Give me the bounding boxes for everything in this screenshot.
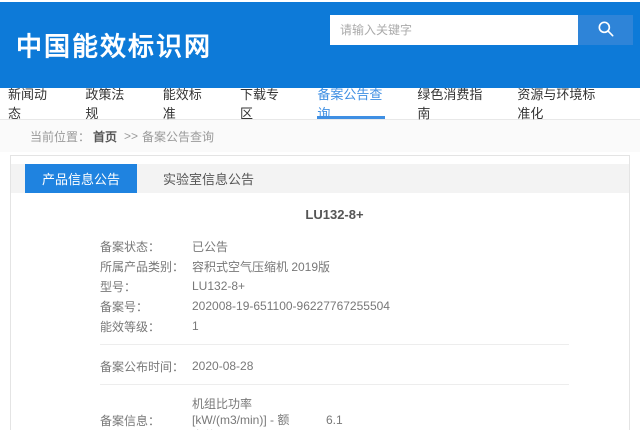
breadcrumb-current: 备案公告查询: [142, 128, 214, 145]
field-product-category: 所属产品类别： 容积式空气压缩机 2019版: [100, 256, 569, 276]
nav-item-record-announcement[interactable]: 备案公告查询: [317, 88, 385, 119]
breadcrumb-separator: >>: [124, 129, 138, 143]
site-logo: 中国能效标识网: [16, 27, 212, 64]
field-record-status: 备案状态： 已公告: [100, 236, 569, 256]
main-nav: 新闻动态 政策法规 能效标准 下载专区 备案公告查询 绿色消费指南 资源与环境标…: [0, 88, 640, 120]
field-publish-date: 备案公布时间： 2020-08-28: [100, 356, 569, 376]
nav-item-standards[interactable]: 能效标准: [163, 88, 208, 119]
field-model: 型号： LU132-8+: [100, 276, 569, 296]
field-value: 1: [192, 319, 199, 333]
product-detail-content: LU132-8+ 备案状态： 已公告 所属产品类别： 容积式空气压缩机 2019…: [11, 193, 629, 430]
field-value: 2020-08-28: [192, 359, 253, 373]
product-model-title: LU132-8+: [100, 207, 569, 222]
breadcrumb-home-link[interactable]: 首页: [93, 128, 117, 145]
record-info-parameter: 机组比功率 [kW/(m3/min)] - 额 定值: [192, 396, 310, 430]
field-label: 备案号：: [100, 298, 192, 315]
field-label: 备案信息：: [100, 412, 192, 429]
field-value: LU132-8+: [192, 279, 245, 293]
field-efficiency-grade: 能效等级： 1: [100, 316, 569, 336]
announcement-tabs: 产品信息公告 实验室信息公告: [11, 164, 629, 193]
record-detail-panel: 产品信息公告 实验室信息公告 LU132-8+ 备案状态： 已公告 所属产品类别…: [10, 155, 630, 430]
tab-lab-info[interactable]: 实验室信息公告: [146, 164, 271, 193]
nav-item-policy[interactable]: 政策法规: [85, 88, 130, 119]
nav-item-news[interactable]: 新闻动态: [8, 88, 53, 119]
field-record-info: 备案信息： 机组比功率 [kW/(m3/min)] - 额 定值 6.1: [100, 396, 569, 430]
divider: [100, 384, 569, 385]
nav-item-resources-environment[interactable]: 资源与环境标准化: [517, 88, 608, 119]
field-record-number: 备案号： 202008-19-651100-96227767255504: [100, 296, 569, 316]
field-label: 型号：: [100, 278, 192, 295]
field-value: 202008-19-651100-96227767255504: [192, 299, 390, 313]
search-bar: [330, 15, 633, 45]
field-label: 备案公布时间：: [100, 358, 192, 375]
nav-item-green-consumption[interactable]: 绿色消费指南: [417, 88, 485, 119]
breadcrumb: 当前位置： 首页 >> 备案公告查询: [0, 120, 640, 152]
field-label: 所属产品类别：: [100, 258, 192, 275]
divider: [100, 344, 569, 345]
nav-item-downloads[interactable]: 下载专区: [240, 88, 285, 119]
tab-product-info[interactable]: 产品信息公告: [25, 164, 137, 193]
record-info-value: 6.1: [326, 413, 343, 427]
field-label: 能效等级：: [100, 318, 192, 335]
site-header: 中国能效标识网: [0, 2, 640, 88]
field-label: 备案状态：: [100, 238, 192, 255]
search-icon: [596, 19, 616, 42]
breadcrumb-prefix: 当前位置：: [30, 128, 90, 145]
search-input[interactable]: [330, 15, 578, 45]
field-value: 已公告: [192, 238, 228, 255]
search-button[interactable]: [578, 15, 633, 45]
field-value: 容积式空气压缩机 2019版: [192, 258, 330, 275]
